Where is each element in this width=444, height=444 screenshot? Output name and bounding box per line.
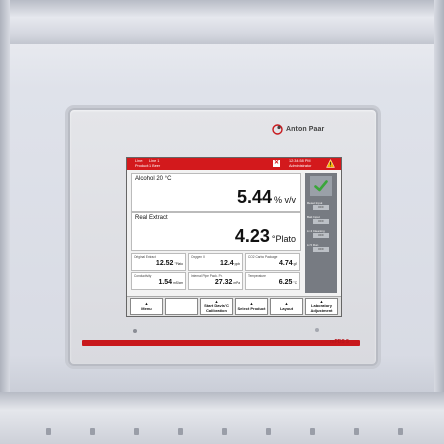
warning-icon[interactable] — [326, 159, 335, 168]
side-input-state: OFF — [313, 233, 329, 238]
start-calibration-button[interactable]: ▲ Start Davis'C Calibration — [200, 298, 233, 315]
value-unit: °C — [293, 281, 297, 285]
tile-value: 12.4ppb — [220, 260, 240, 267]
small-value-tile[interactable]: Conductivity 1.54mS/cm — [131, 272, 186, 290]
side-input-cleaning[interactable]: Lt 4 Cleaning OFF — [307, 229, 335, 241]
value-number: 12.52 — [155, 260, 174, 267]
brand-name: Anton Paar — [286, 126, 325, 133]
tile-value: 27.32mPa — [215, 279, 240, 286]
device-top-panel — [0, 0, 444, 44]
value-unit: % v/v — [273, 195, 296, 205]
value-unit: mPa — [233, 281, 240, 285]
small-value-tile[interactable]: Oxygen II 12.4ppb — [188, 253, 243, 271]
device-right-edge — [434, 0, 444, 444]
value-number: 6.25 — [278, 279, 293, 286]
side-input-state: OFF — [313, 247, 329, 252]
vent-slot — [134, 428, 139, 435]
vent-slot — [178, 428, 183, 435]
vent-slot — [398, 428, 403, 435]
product-key: Product: — [135, 163, 150, 168]
value-number: 4.23 — [234, 226, 270, 246]
value-unit: g/l — [293, 262, 297, 266]
side-input-state: OFF — [313, 205, 329, 210]
user-name: Administrator — [289, 163, 312, 168]
measurement-label: Real Extract — [135, 215, 168, 221]
value-unit: °Plato — [271, 234, 296, 244]
tile-value: 4.74g/l — [279, 260, 297, 267]
status-ok-button[interactable] — [310, 176, 332, 196]
touch-screen: Line: Line 1 Product:1 Beer ✕ 12:34:58 PM… — [126, 157, 342, 317]
value-number: 1.54 — [158, 279, 173, 286]
blank-softkey[interactable] — [165, 298, 198, 315]
model-label: mPDS 5 — [330, 339, 349, 345]
side-input-batt[interactable]: Batt Input OFF — [307, 215, 335, 227]
value-unit: mS/cm — [173, 281, 183, 285]
tile-label: Temperature — [248, 274, 266, 278]
value-number: 12.4 — [220, 260, 234, 267]
tile-value: 12.52°Plato — [156, 260, 183, 267]
product-value: 1 Beer — [149, 163, 161, 168]
measurement-value: 5.44% v/v — [237, 187, 296, 208]
select-product-button[interactable]: ▲ Select Product — [235, 298, 268, 315]
button-label: Laboratory Adjustment — [310, 303, 333, 313]
vent-slot — [266, 428, 271, 435]
status-sidebar: Reset Input OFF Batt Input OFF Lt 4 Clea… — [305, 173, 337, 293]
device-bottom-panel — [0, 392, 444, 444]
layout-button[interactable]: ▲ Layout — [270, 298, 303, 315]
bezel-screw — [315, 328, 319, 332]
small-value-tile[interactable]: Internal Pipe Pack. Pr. 27.32mPa — [188, 272, 243, 290]
measurement-value: 4.23 °Plato — [235, 226, 296, 247]
menu-button[interactable]: ▲ Menu — [130, 298, 163, 315]
close-icon[interactable]: ✕ — [273, 160, 280, 167]
tile-label: CO2 Carbo Package — [248, 255, 278, 259]
value-number: 4.74 — [279, 260, 293, 267]
tile-label: Conductivity — [134, 274, 152, 278]
clock-user-info: 12:34:58 PM Administrator — [289, 159, 311, 169]
button-label: Select Product — [237, 305, 266, 311]
small-value-tile[interactable]: Original Extract 12.52°Plato — [131, 253, 186, 271]
tile-label: Oxygen II — [191, 255, 205, 259]
screen-header: Line: Line 1 Product:1 Beer ✕ 12:34:58 PM… — [127, 158, 341, 170]
measurement-panel-alcohol[interactable]: Alcohol 20 °C 5.44% v/v — [131, 173, 301, 212]
measurement-label: Alcohol 20 °C — [135, 176, 172, 182]
value-number: 5.44 — [236, 187, 272, 207]
side-input-state: OFF — [313, 219, 329, 224]
vent-slot — [310, 428, 315, 435]
line-product-info: Line: Line 1 Product:1 Beer — [135, 159, 160, 169]
side-input-run[interactable]: Lt 5 Run OFF — [307, 243, 335, 255]
softkey-bar: ▲ Menu ▲ Start Davis'C Calibration ▲ Sel… — [127, 296, 341, 316]
vent-slot — [222, 428, 227, 435]
status-led — [133, 329, 137, 333]
vent-slot — [90, 428, 95, 435]
button-label: Layout — [279, 305, 294, 311]
small-value-tile[interactable]: CO2 Carbo Package 4.74g/l — [245, 253, 300, 271]
value-number: 27.32 — [214, 279, 233, 286]
value-unit: °Plato — [174, 262, 183, 266]
accent-stripe — [82, 340, 360, 346]
laboratory-adjustment-button[interactable]: ▲ Laboratory Adjustment — [305, 298, 338, 315]
line-value: Line 1 — [149, 159, 160, 163]
button-label: Start Davis'C Calibration — [204, 303, 229, 313]
tile-label: Original Extract — [134, 255, 156, 259]
side-input-reset[interactable]: Reset Input OFF — [307, 201, 335, 213]
small-value-tile[interactable]: Temperature 6.25°C — [245, 272, 300, 290]
measurement-panel-extract[interactable]: Real Extract 4.23 °Plato — [131, 212, 301, 251]
vent-slot — [46, 428, 51, 435]
vent-slot — [354, 428, 359, 435]
brand-logo: Anton Paar — [272, 124, 324, 135]
tile-label: Internal Pipe Pack. Pr. — [191, 274, 223, 278]
value-unit: ppb — [234, 262, 240, 266]
tile-value: 1.54mS/cm — [158, 279, 183, 286]
button-label: Menu — [141, 305, 152, 311]
device-left-edge — [0, 0, 10, 444]
checkmark-icon — [314, 180, 328, 192]
tile-value: 6.25°C — [279, 279, 297, 286]
anton-paar-logo-icon — [272, 124, 283, 135]
